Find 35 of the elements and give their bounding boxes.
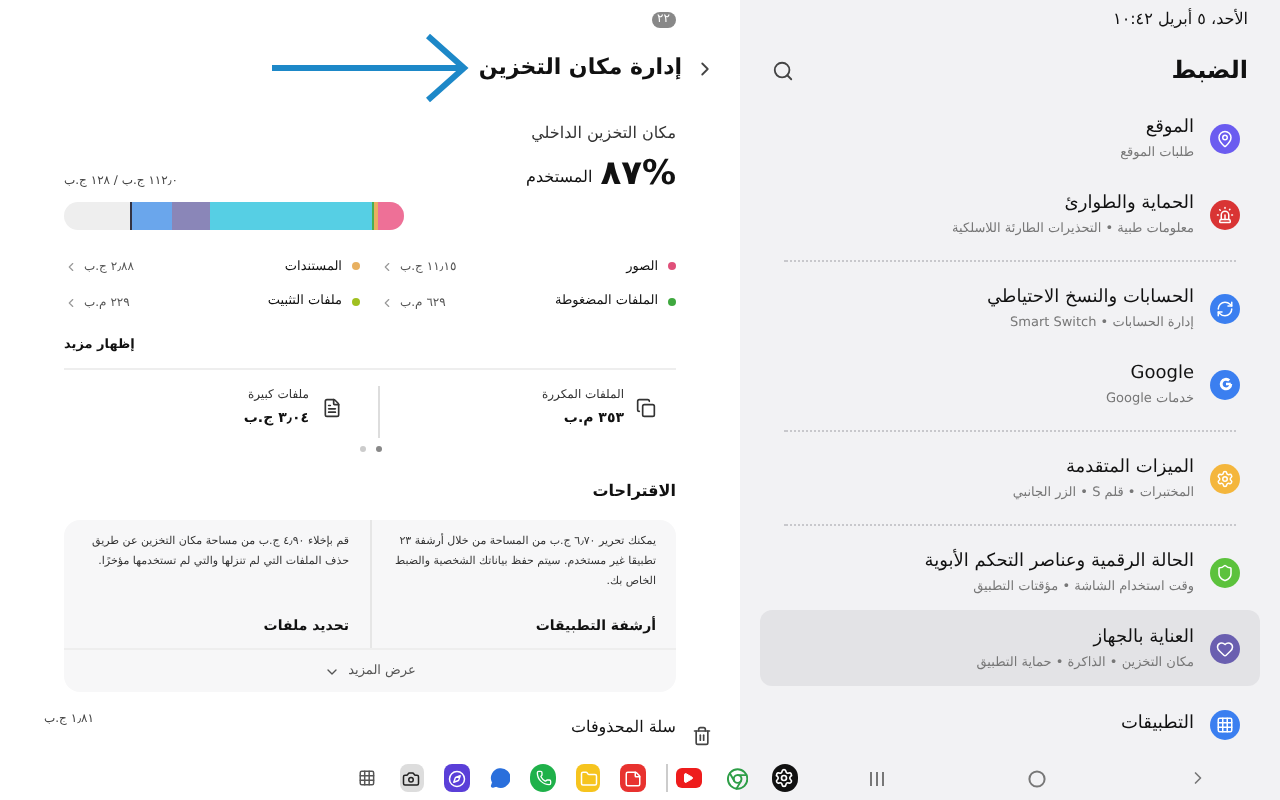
recents-icon[interactable] <box>868 769 887 787</box>
settings-item[interactable]: التطبيقات <box>760 686 1260 762</box>
apps-grid-icon[interactable] <box>357 768 376 788</box>
used-percent: %٨٧ <box>600 153 676 193</box>
browser-app-icon[interactable] <box>725 765 749 791</box>
camera-app-icon[interactable] <box>399 764 425 792</box>
storage-label: مكان التخزين الداخلي <box>529 121 676 145</box>
settings-item-title: Google <box>1128 361 1194 387</box>
settings-item-title: التطبيقات <box>1120 711 1194 737</box>
notes-app-icon[interactable] <box>620 764 646 792</box>
settings-item-title: العناية بالجهاز <box>1090 625 1194 651</box>
search-icon[interactable] <box>772 59 794 81</box>
settings-item-title: الحسابات والنسخ الاحتياطي <box>987 285 1194 311</box>
chevron-icon[interactable] <box>380 259 394 274</box>
compass-app-icon[interactable] <box>444 764 470 792</box>
suggestions-title: الاقتراحات <box>590 479 676 504</box>
video-app-icon[interactable] <box>676 768 702 788</box>
trash-title: سلة المحذوفات <box>571 716 676 741</box>
chevron-icon[interactable] <box>64 259 78 274</box>
chevron-icon[interactable] <box>64 295 78 310</box>
settings-item-title: الموقع <box>1143 115 1194 141</box>
phone-app-icon[interactable] <box>530 764 556 792</box>
messages-app-icon[interactable] <box>489 766 511 790</box>
settings-title: الضبط <box>1171 54 1248 88</box>
file-icon <box>321 397 341 418</box>
used-label: المستخدم <box>526 165 593 189</box>
settings-item-title: الحالة الرقمية وعناصر التحكم الأبوية <box>924 549 1194 575</box>
settings-item-title: الميزات المتقدمة <box>1063 455 1194 481</box>
page-title: إدارة مكان التخزين <box>478 52 682 84</box>
settings-item-title: الحماية والطوارئ <box>1062 191 1194 217</box>
status-date-time: الأحد، ٥ أبريل ١٠:٤٢ <box>1113 8 1248 32</box>
duplicate-files-icon <box>636 397 656 418</box>
home-icon[interactable] <box>1028 769 1047 787</box>
trash-icon <box>692 726 712 747</box>
chevron-icon[interactable] <box>380 295 394 310</box>
